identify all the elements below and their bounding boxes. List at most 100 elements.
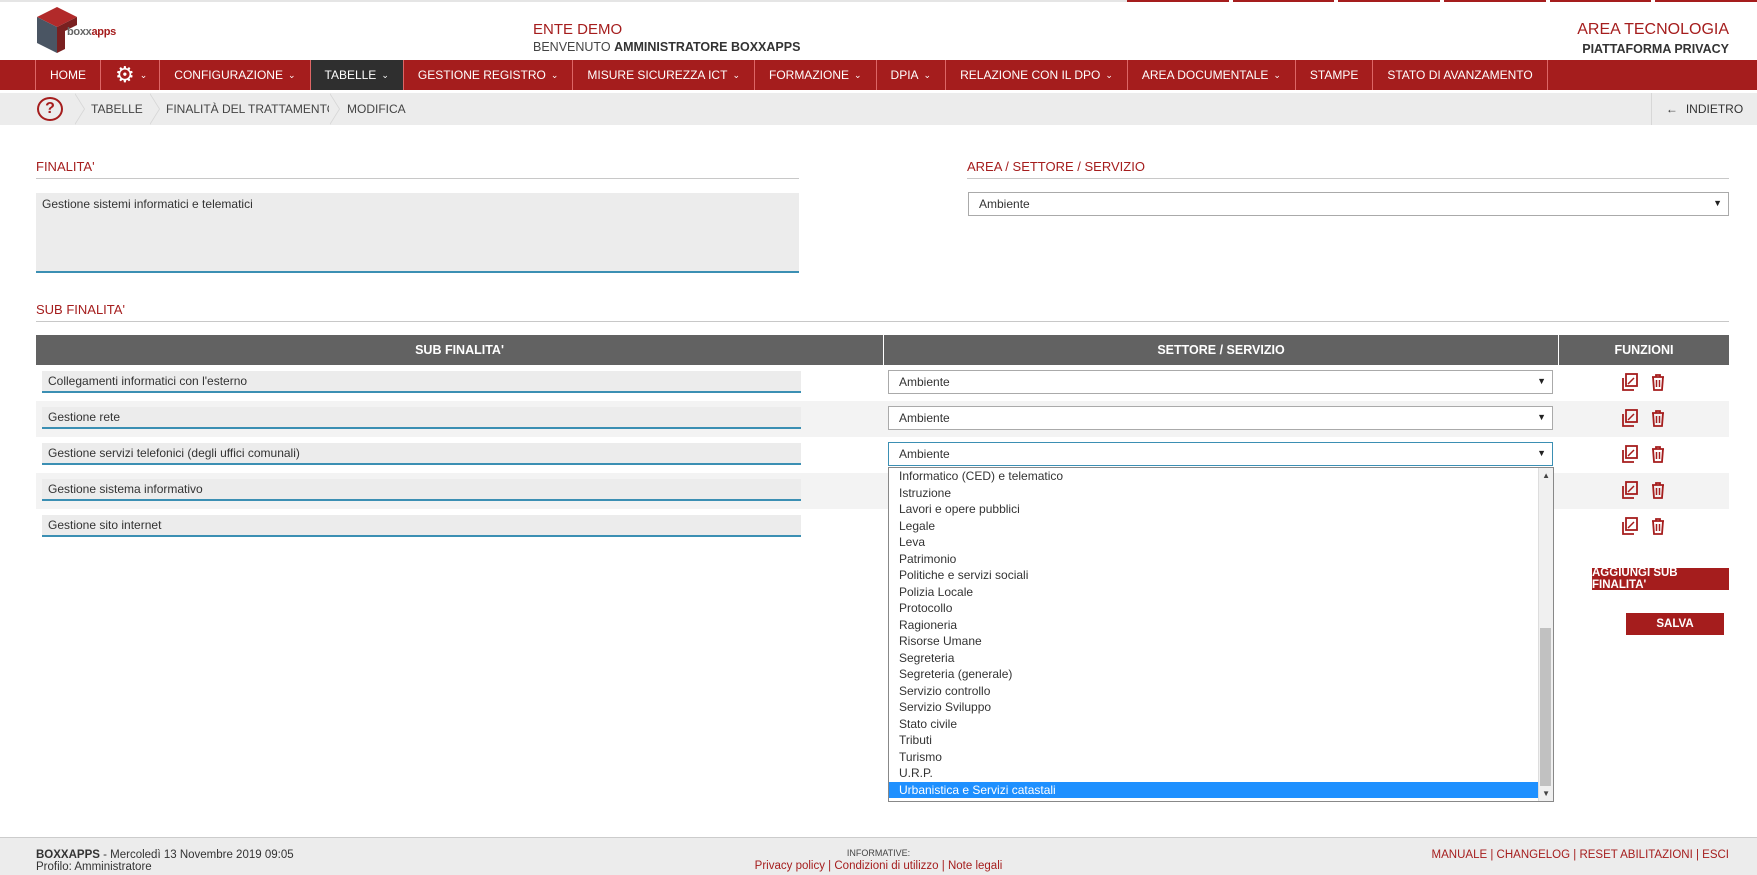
conditions-link[interactable]: Condizioni di utilizzo (834, 860, 938, 872)
nav-dpia[interactable]: DPIA ⌄ (877, 60, 947, 90)
settore-select[interactable]: Ambiente ▼ (888, 370, 1553, 394)
dropdown-option[interactable]: Protocollo (889, 600, 1553, 617)
dropdown-option[interactable]: Leva (889, 534, 1553, 551)
footer: BOXXAPPS - Mercoledì 13 Novembre 2019 09… (0, 837, 1757, 875)
chevron-down-icon: ⌄ (732, 69, 740, 80)
legal-notes-link[interactable]: Note legali (948, 860, 1002, 872)
dropdown-option-selected[interactable]: Urbanistica e Servizi catastali (889, 781, 1553, 798)
dropdown-arrow-icon: ▼ (1537, 376, 1546, 386)
dropdown-option[interactable]: Lavori e opere pubblici (889, 501, 1553, 518)
copy-icon[interactable] (1620, 372, 1640, 392)
scrollbar-thumb[interactable] (1540, 628, 1551, 786)
area-settore-select[interactable]: Ambiente ▼ (968, 192, 1729, 216)
dropdown-option[interactable]: U.R.P. (889, 765, 1553, 782)
sub-finalita-input[interactable]: Collegamenti informatici con l'esterno (42, 371, 801, 393)
trash-icon[interactable] (1648, 516, 1668, 536)
copy-icon[interactable] (1620, 480, 1640, 500)
sub-finalita-input[interactable]: Gestione servizi telefonici (degli uffic… (42, 443, 801, 465)
dropdown-option[interactable]: Legale (889, 518, 1553, 535)
trash-icon[interactable] (1648, 480, 1668, 500)
dropdown-option[interactable]: Segreteria (generale) (889, 666, 1553, 683)
nav-formazione[interactable]: FORMAZIONE ⌄ (755, 60, 877, 90)
dropdown-option[interactable]: Turismo (889, 749, 1553, 766)
chevron-down-icon: ⌄ (381, 69, 389, 80)
dropdown-scrollbar[interactable]: ▲ ▼ (1538, 468, 1553, 801)
dropdown-option[interactable]: Ragioneria (889, 617, 1553, 634)
privacy-policy-link[interactable]: Privacy policy (755, 860, 825, 872)
chevron-down-icon: ⌄ (1273, 69, 1281, 80)
dropdown-option[interactable]: Segreteria (889, 650, 1553, 667)
finalita-textarea[interactable]: Gestione sistemi informatici e telematic… (36, 193, 799, 273)
nav-stampe[interactable]: STAMPE (1296, 60, 1374, 90)
dropdown-option[interactable]: Stato civile (889, 716, 1553, 733)
nav-settings[interactable]: ⚙ ⌄ (101, 60, 161, 90)
breadcrumb: ? TABELLE FINALITÀ DEL TRATTAMENTO MODIF… (0, 93, 1757, 125)
dropdown-option[interactable]: Istruzione (889, 485, 1553, 502)
logo-text: boxxapps (67, 26, 116, 38)
settore-dropdown-list[interactable]: Informatico (CED) e telematico Istruzion… (888, 467, 1554, 802)
col-funzioni: FUNZIONI (1614, 343, 1674, 357)
dropdown-option[interactable]: Servizio controllo (889, 683, 1553, 700)
sub-finalita-input[interactable]: Gestione sistema informativo (42, 479, 801, 501)
nav-tabelle[interactable]: TABELLE ⌄ (310, 60, 404, 90)
nav-relazione-dpo[interactable]: RELAZIONE CON IL DPO ⌄ (946, 60, 1128, 90)
dropdown-option[interactable]: Tributi (889, 732, 1553, 749)
nav-stato-avanzamento[interactable]: STATO DI AVANZAMENTO (1373, 60, 1548, 90)
table-row: Gestione rete Ambiente ▼ (36, 401, 1729, 437)
footer-links: MANUALE | CHANGELOG | RESET ABILITAZIONI… (1431, 849, 1729, 861)
dropdown-option[interactable]: Patrimonio (889, 551, 1553, 568)
settore-select[interactable]: Ambiente ▼ (888, 406, 1553, 430)
back-button[interactable]: ← INDIETRO (1651, 93, 1757, 125)
breadcrumb-separator (74, 93, 87, 125)
manuale-link[interactable]: MANUALE (1432, 849, 1488, 861)
sub-finalita-input[interactable]: Gestione sito internet (42, 515, 801, 537)
table-row: Collegamenti informatici con l'esterno A… (36, 365, 1729, 401)
dropdown-option[interactable]: Polizia Locale (889, 584, 1553, 601)
nav-configurazione[interactable]: CONFIGURAZIONE ⌄ (160, 60, 311, 90)
chevron-down-icon: ⌄ (923, 69, 932, 80)
platform-title: PIATTAFORMA PRIVACY (1582, 42, 1729, 56)
trash-icon[interactable] (1648, 372, 1668, 392)
help-icon[interactable]: ? (37, 97, 63, 121)
dropdown-arrow-icon: ▼ (1537, 448, 1546, 458)
reset-abilitazioni-link[interactable]: RESET ABILITAZIONI (1579, 849, 1692, 861)
main-navbar: HOME ⚙ ⌄ CONFIGURAZIONE ⌄ TABELLE ⌄ GESTION… (0, 60, 1757, 90)
settore-select-open[interactable]: Ambiente ▼ (888, 442, 1553, 466)
copy-icon[interactable] (1620, 408, 1640, 428)
dropdown-option[interactable]: Informatico (CED) e telematico (889, 468, 1553, 485)
dropdown-option[interactable]: Politiche e servizi sociali (889, 567, 1553, 584)
nav-misure-sicurezza[interactable]: MISURE SICUREZZA ICT ⌄ (573, 60, 755, 90)
add-sub-finalita-button[interactable]: AGGIUNGI SUB FINALITA' (1592, 567, 1729, 591)
finalita-title: FINALITA' (36, 159, 799, 179)
ente-name: ENTE DEMO (533, 21, 623, 38)
scroll-up-icon[interactable]: ▲ (1542, 471, 1550, 480)
trash-icon[interactable] (1648, 408, 1668, 428)
esci-link[interactable]: ESCI (1702, 849, 1729, 861)
col-sub-finalita: SUB FINALITA' (36, 335, 884, 365)
changelog-link[interactable]: CHANGELOG (1497, 849, 1571, 861)
dropdown-arrow-icon: ▼ (1713, 198, 1722, 208)
breadcrumb-separator (149, 93, 162, 125)
save-button[interactable]: SALVA (1626, 613, 1724, 635)
trash-icon[interactable] (1648, 444, 1668, 464)
breadcrumb-separator (329, 93, 342, 125)
sub-finalita-input[interactable]: Gestione rete (42, 407, 801, 429)
breadcrumb-tabelle[interactable]: TABELLE (91, 102, 143, 116)
dropdown-arrow-icon: ▼ (1537, 412, 1546, 422)
chevron-down-icon: ⌄ (1105, 69, 1113, 80)
copy-icon[interactable] (1620, 444, 1640, 464)
area-title: AREA TECNOLOGIA (1577, 21, 1729, 38)
nav-area-documentale[interactable]: AREA DOCUMENTALE ⌄ (1128, 60, 1296, 90)
dropdown-option[interactable]: Risorse Umane (889, 633, 1553, 650)
nav-gestione-registro[interactable]: GESTIONE REGISTRO ⌄ (404, 60, 574, 90)
dropdown-option[interactable]: Servizio Sviluppo (889, 699, 1553, 716)
chevron-down-icon: ⌄ (139, 69, 148, 80)
scroll-down-icon[interactable]: ▼ (1542, 789, 1550, 798)
nav-home[interactable]: HOME (36, 60, 101, 90)
chevron-down-icon: ⌄ (550, 69, 559, 80)
col-settore-servizio: SETTORE / SERVIZIO (884, 335, 1559, 365)
arrow-left-icon: ← (1665, 102, 1678, 116)
breadcrumb-finalita[interactable]: FINALITÀ DEL TRATTAMENTO (166, 102, 336, 116)
copy-icon[interactable] (1620, 516, 1640, 536)
table-header: SUB FINALITA' SETTORE / SERVIZIO FUNZION… (36, 335, 1729, 365)
